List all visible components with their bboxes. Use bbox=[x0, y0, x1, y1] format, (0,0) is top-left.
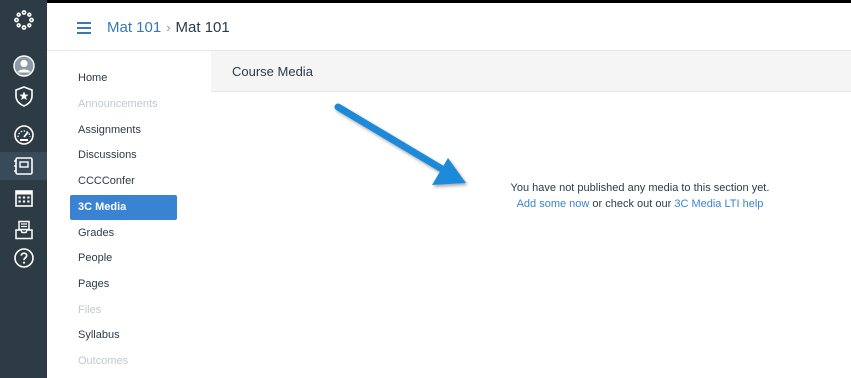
global-nav bbox=[0, 0, 47, 378]
course-nav-home[interactable]: Home bbox=[70, 66, 177, 91]
page-header: Mat 101 › Mat 101 bbox=[47, 3, 851, 51]
breadcrumb-current: Mat 101 bbox=[175, 19, 230, 36]
user-avatar-icon[interactable] bbox=[0, 52, 47, 80]
lti-help-link[interactable]: 3C Media LTI help bbox=[674, 198, 763, 210]
add-media-link[interactable]: Add some now bbox=[517, 198, 590, 210]
content-title-bar: Course Media bbox=[211, 51, 851, 92]
empty-state-message: You have not published any media to this… bbox=[440, 180, 840, 212]
course-nav-announcements[interactable]: Announcements bbox=[70, 92, 177, 117]
breadcrumb: Mat 101 › Mat 101 bbox=[107, 18, 230, 38]
course-nav-cccconfer[interactable]: CCCConfer bbox=[70, 169, 177, 194]
breadcrumb-separator: › bbox=[166, 20, 171, 35]
course-nav-pages[interactable]: Pages bbox=[70, 272, 177, 297]
calendar-icon[interactable] bbox=[0, 184, 47, 212]
inbox-icon[interactable] bbox=[0, 216, 47, 244]
empty-state-actions: Add some now or check out our 3C Media L… bbox=[440, 196, 840, 212]
course-nav-grades[interactable]: Grades bbox=[70, 221, 177, 246]
course-nav-outcomes[interactable]: Outcomes bbox=[70, 349, 177, 374]
course-nav-assignments[interactable]: Assignments bbox=[70, 118, 177, 143]
empty-state-text: You have not published any media to this… bbox=[510, 182, 770, 194]
content-title: Course Media bbox=[232, 64, 313, 79]
course-nav-syllabus[interactable]: Syllabus bbox=[70, 323, 177, 348]
breadcrumb-course-link[interactable]: Mat 101 bbox=[107, 19, 161, 36]
course-nav-3c-media[interactable]: 3C Media bbox=[70, 195, 177, 220]
course-nav-people[interactable]: People bbox=[70, 246, 177, 271]
help-icon[interactable] bbox=[0, 244, 47, 272]
speedometer-icon[interactable] bbox=[0, 120, 47, 148]
courses-icon[interactable] bbox=[0, 152, 47, 180]
course-nav-files[interactable]: Files bbox=[70, 298, 177, 323]
canvas-logo-icon[interactable] bbox=[0, 6, 47, 34]
hamburger-icon[interactable] bbox=[77, 22, 91, 34]
course-nav-discussions[interactable]: Discussions bbox=[70, 143, 177, 168]
empty-state-connector: or check out our bbox=[589, 198, 675, 210]
shield-star-icon[interactable] bbox=[0, 82, 47, 110]
